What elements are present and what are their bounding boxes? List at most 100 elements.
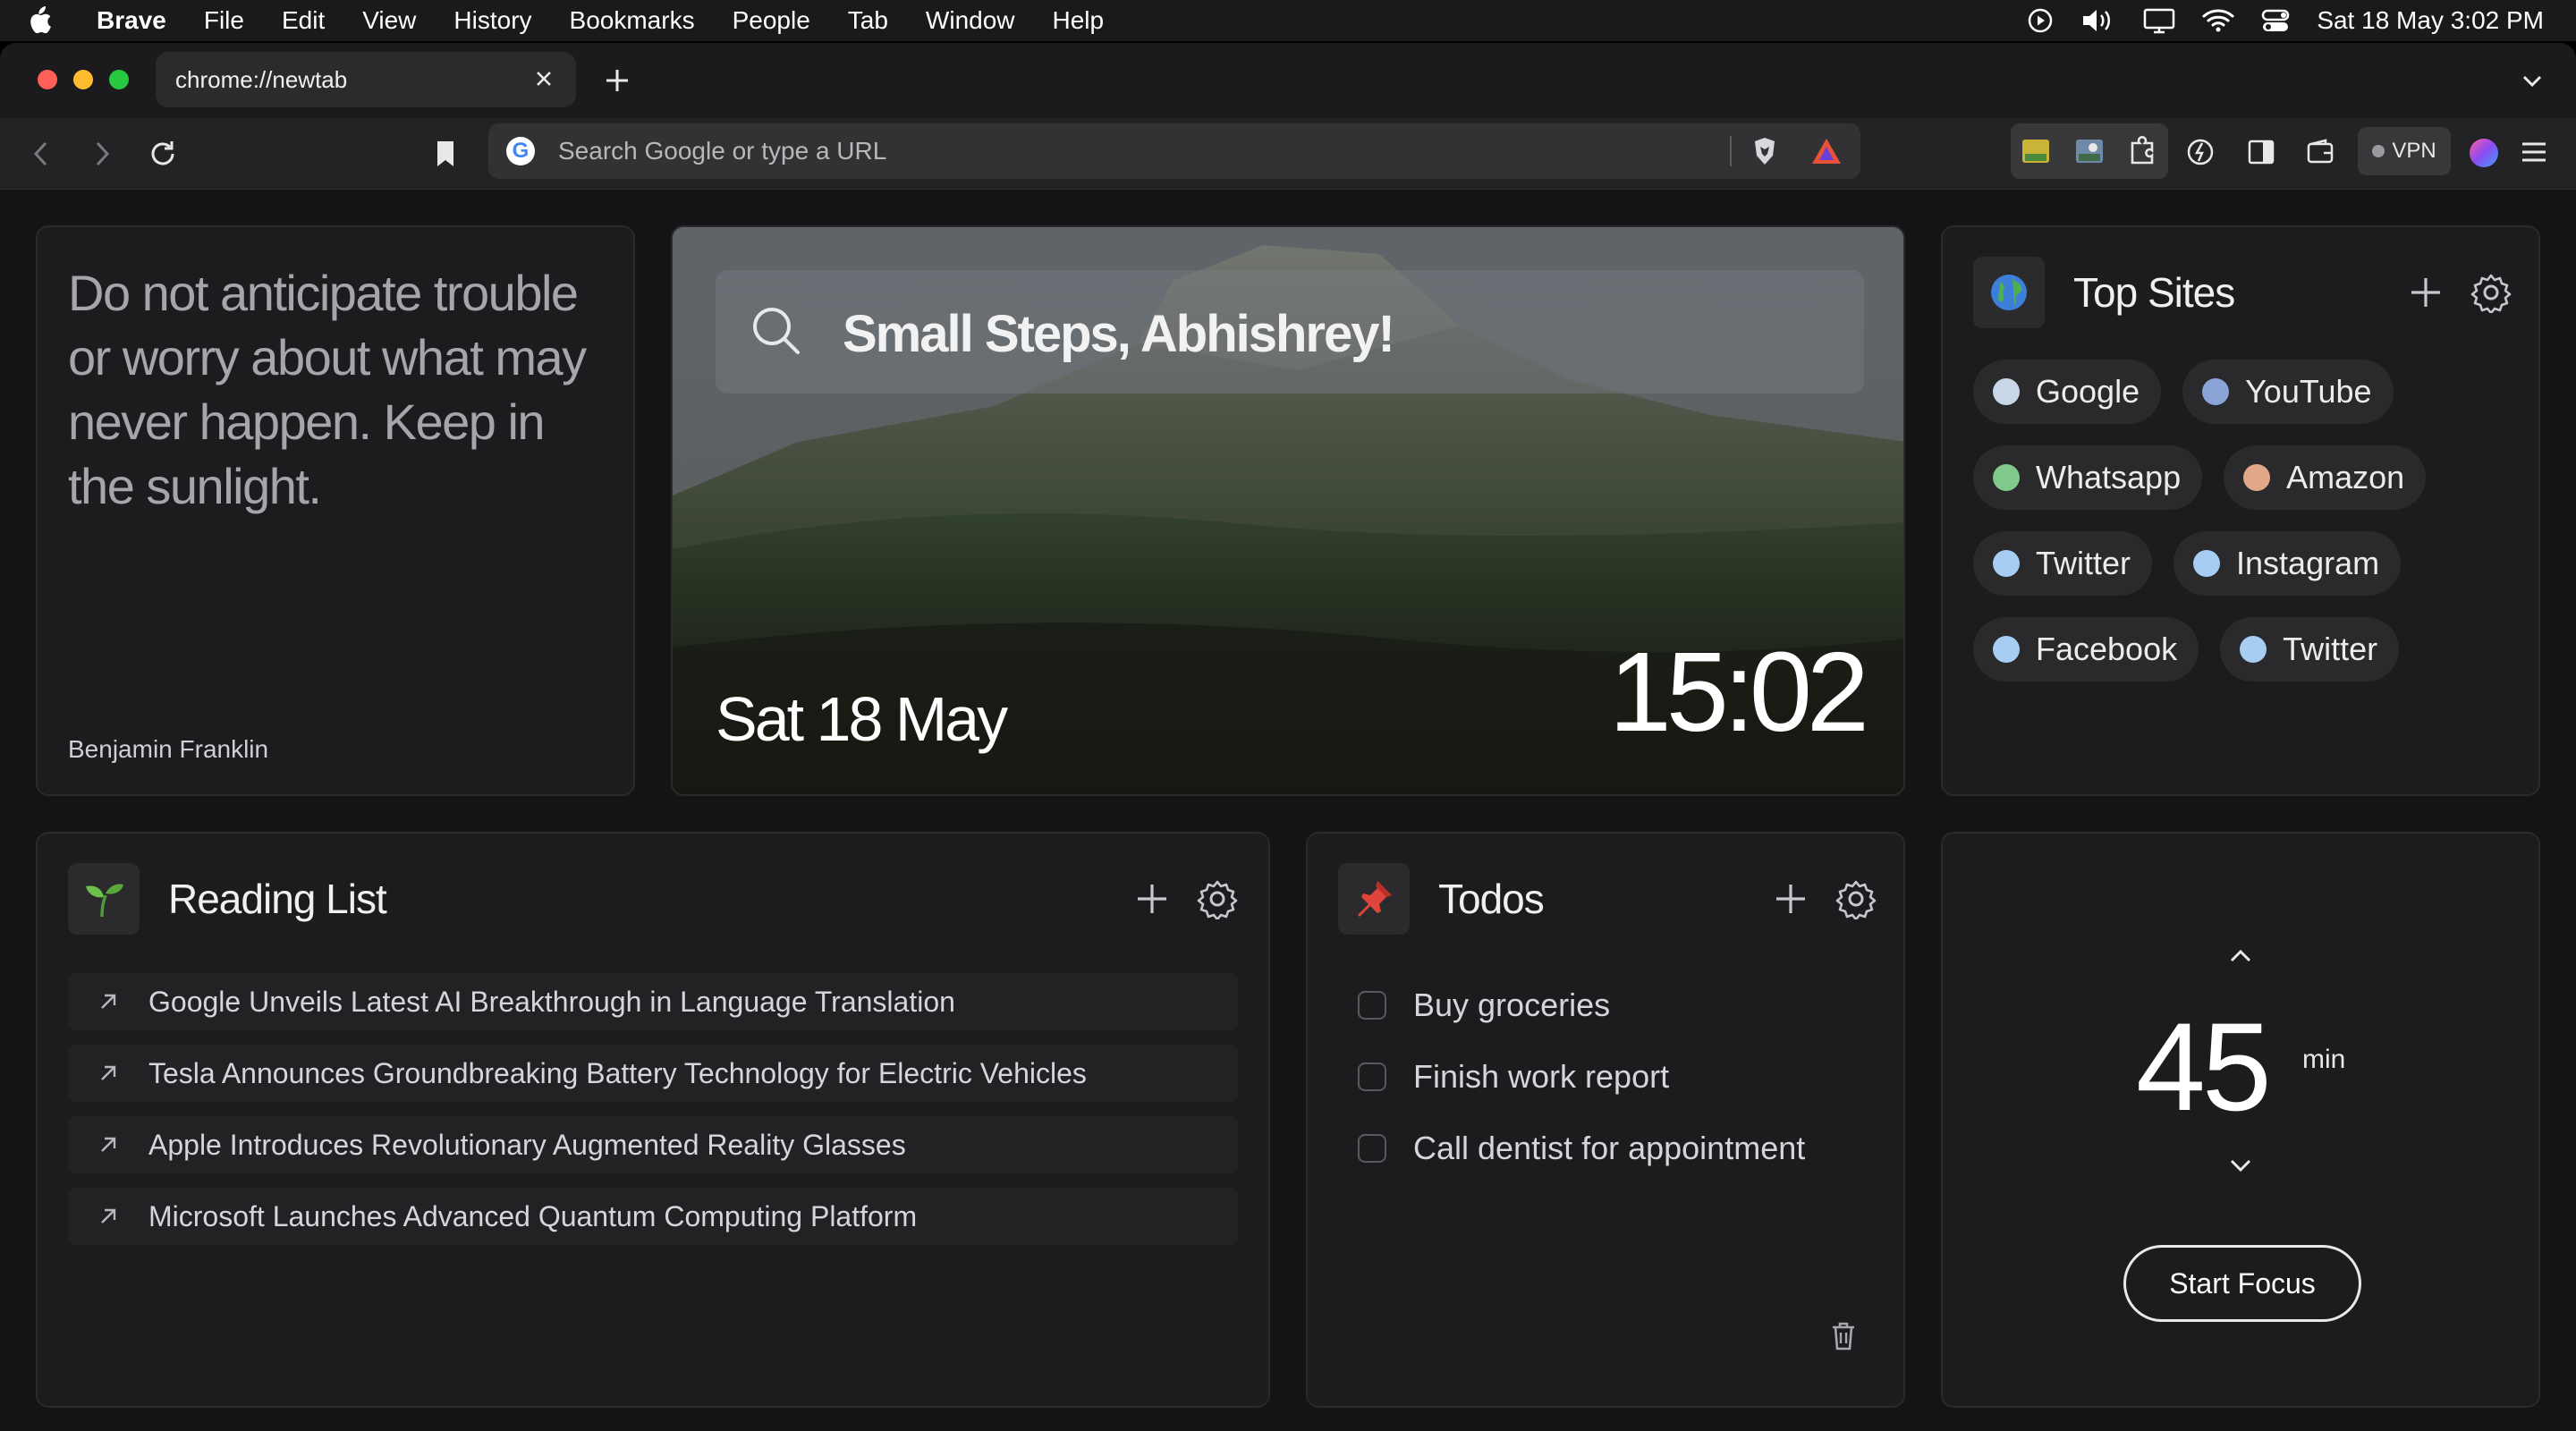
vpn-label: VPN [2392, 139, 2436, 163]
hamburger-menu-icon[interactable] [2521, 140, 2547, 169]
tab-close-icon[interactable] [531, 66, 556, 91]
todos-gear-icon[interactable] [1835, 878, 1877, 921]
greeting-text: Small Steps, Abhishrey! [843, 305, 1395, 363]
top-sites-header: Top Sites [1973, 256, 2512, 329]
extension-1-icon[interactable] [2021, 138, 2050, 169]
menubar-clock[interactable]: Sat 18 May 3:02 PM [2317, 6, 2544, 35]
tab-newtab[interactable]: chrome://newtab [156, 52, 576, 107]
site-chip-google[interactable]: Google [1973, 360, 2162, 424]
reading-list-header: Reading List [68, 862, 1238, 936]
menu-help[interactable]: Help [1053, 6, 1105, 35]
address-bar-placeholder: Search Google or type a URL [558, 137, 887, 165]
reading-list-item[interactable]: Tesla Announces Groundbreaking Battery T… [68, 1045, 1238, 1102]
apple-menu-icon[interactable] [27, 0, 73, 41]
tab-title: chrome://newtab [175, 65, 348, 93]
hero-date: Sat 18 May [716, 684, 1008, 754]
extensions-puzzle-icon[interactable] [2127, 136, 2157, 171]
wifi-icon[interactable] [2202, 7, 2234, 34]
site-label: YouTube [2245, 373, 2372, 410]
google-icon: G [506, 137, 535, 165]
site-chip-amazon[interactable]: Amazon [2224, 445, 2427, 510]
reading-list-item-title: Apple Introduces Revolutionary Augmented… [148, 1128, 906, 1161]
zoom-window-button[interactable] [109, 70, 129, 89]
reading-list-item[interactable]: Microsoft Launches Advanced Quantum Comp… [68, 1188, 1238, 1245]
minimize-window-button[interactable] [73, 70, 93, 89]
new-tab-page: Do not anticipate trouble or worry about… [0, 190, 2576, 1431]
brave-shields-icon[interactable] [1751, 136, 1778, 171]
macos-menubar: Brave File Edit View History Bookmarks P… [0, 0, 2576, 41]
site-label: Twitter [2283, 631, 2378, 667]
site-label: Google [2036, 373, 2140, 410]
site-chip-instagram[interactable]: Instagram [2174, 531, 2402, 596]
add-reading-item-plus-icon[interactable] [1132, 879, 1172, 919]
reading-list-item-title: Google Unveils Latest AI Breakthrough in… [148, 985, 955, 1018]
leo-ai-icon[interactable] [2186, 138, 2215, 171]
todo-label: Finish work report [1413, 1058, 1670, 1095]
top-sites-gear-icon[interactable] [2470, 272, 2512, 315]
increase-minutes-chevron-up-icon[interactable] [2229, 948, 2252, 969]
todo-item: Finish work report [1338, 1041, 1873, 1113]
pushpin-icon [1338, 863, 1410, 935]
reading-list-item[interactable]: Apple Introduces Revolutionary Augmented… [68, 1116, 1238, 1173]
new-tab-plus-icon[interactable] [603, 66, 631, 95]
focus-timer-card: 45 min Start Focus [1941, 832, 2540, 1408]
sidebar-toggle-icon[interactable] [2247, 138, 2275, 171]
menu-window[interactable]: Window [926, 6, 1015, 35]
top-sites-title: Top Sites [2073, 269, 2235, 316]
wallet-icon[interactable] [2306, 138, 2334, 171]
control-center-icon[interactable] [2261, 7, 2290, 34]
site-chip-twitter[interactable]: Twitter [1973, 531, 2153, 596]
quote-card: Do not anticipate trouble or worry about… [36, 225, 635, 796]
external-link-arrow-icon [68, 1063, 148, 1083]
vpn-button[interactable]: VPN [2358, 127, 2451, 175]
reload-icon[interactable] [147, 138, 179, 170]
reading-list-item[interactable]: Google Unveils Latest AI Breakthrough in… [68, 973, 1238, 1030]
omnibox-divider [1730, 136, 1732, 166]
todos-title: Todos [1438, 876, 1545, 922]
menu-bookmarks[interactable]: Bookmarks [570, 6, 695, 35]
site-chip-whatsapp[interactable]: Whatsapp [1973, 445, 2203, 510]
decrease-minutes-chevron-down-icon[interactable] [2229, 1157, 2252, 1178]
todo-label: Buy groceries [1413, 986, 1611, 1023]
menu-history[interactable]: History [453, 6, 531, 35]
menu-view[interactable]: View [362, 6, 416, 35]
start-focus-button[interactable]: Start Focus [2123, 1245, 2361, 1322]
site-label: Instagram [2236, 545, 2380, 581]
site-chip-youtube[interactable]: YouTube [2182, 360, 2394, 424]
menu-app-brave[interactable]: Brave [97, 6, 166, 35]
volume-icon[interactable] [2080, 7, 2116, 34]
menu-edit[interactable]: Edit [282, 6, 325, 35]
site-chip-facebook[interactable]: Facebook [1973, 617, 2199, 682]
menu-people[interactable]: People [733, 6, 810, 35]
globe-icon [1973, 257, 2045, 328]
site-label: Whatsapp [2036, 459, 2182, 495]
bookmark-icon[interactable] [429, 138, 462, 170]
top-sites-list: Google YouTube Whatsapp Amazon Twitter I… [1973, 360, 2510, 682]
tab-search-chevron-icon[interactable] [2521, 70, 2544, 97]
close-window-button[interactable] [38, 70, 57, 89]
menu-file[interactable]: File [204, 6, 244, 35]
todo-checkbox[interactable] [1358, 1063, 1386, 1091]
todo-checkbox[interactable] [1358, 991, 1386, 1020]
hero-widget: Small Steps, Abhishrey! Sat 18 May 15:02 [671, 225, 1905, 796]
brave-rewards-icon[interactable] [1810, 136, 1843, 171]
greeting-search-bar[interactable]: Small Steps, Abhishrey! [716, 270, 1864, 394]
todo-label: Call dentist for appointment [1413, 1130, 1806, 1166]
site-label: Twitter [2036, 545, 2131, 581]
site-chip-twitter-2[interactable]: Twitter [2220, 617, 2400, 682]
extension-2-icon[interactable] [2075, 138, 2104, 169]
forward-arrow-icon[interactable] [86, 138, 118, 170]
focus-minutes: 45 [2136, 996, 2272, 1137]
address-bar[interactable]: G Search Google or type a URL [488, 123, 1860, 179]
trash-icon[interactable] [1830, 1321, 1857, 1356]
play-status-icon[interactable] [2027, 7, 2054, 34]
menu-tab[interactable]: Tab [848, 6, 888, 35]
add-site-plus-icon[interactable] [2406, 273, 2445, 312]
top-sites-card: Top Sites Google YouTube Whatsapp Amazon… [1941, 225, 2540, 796]
display-icon[interactable] [2143, 7, 2175, 34]
todo-checkbox[interactable] [1358, 1134, 1386, 1163]
profile-avatar[interactable] [2469, 138, 2499, 173]
reading-list-gear-icon[interactable] [1197, 878, 1238, 921]
back-arrow-icon[interactable] [25, 138, 57, 170]
add-todo-plus-icon[interactable] [1771, 879, 1810, 919]
